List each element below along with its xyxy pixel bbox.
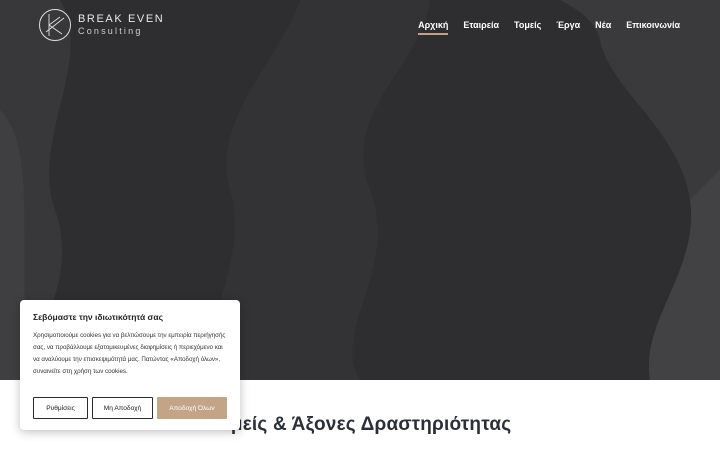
brand-logo[interactable]: BREAK EVEN Consulting [38, 8, 164, 42]
cookie-settings-button[interactable]: Ρυθμίσεις [33, 397, 88, 419]
cookie-consent-banner: Σεβόμαστε την ιδιωτικότητά σας Χρησιμοπο… [20, 300, 240, 430]
cookie-title: Σεβόμαστε την ιδιωτικότητά σας [33, 312, 163, 322]
nav-item-home[interactable]: Αρχική [418, 20, 449, 35]
nav-item-company[interactable]: Εταιρεία [463, 20, 499, 35]
logo-mark-icon [39, 9, 71, 41]
cookie-accept-all-button[interactable]: Αποδοχή Όλων [157, 397, 227, 419]
nav-item-projects[interactable]: Έργα [556, 20, 580, 35]
brand-tagline: Consulting [78, 26, 143, 36]
cookie-description: Χρησιμοποιούμε cookies για να βελτιώσουμ… [33, 332, 226, 375]
nav-item-sectors[interactable]: Τομείς [514, 20, 541, 35]
cookie-reject-button[interactable]: Μη Αποδοχή [92, 397, 153, 419]
nav-item-news[interactable]: Νέα [595, 20, 611, 35]
cookie-actions: Ρυθμίσεις Μη Αποδοχή Αποδοχή Όλων [33, 397, 227, 419]
nav-item-contact[interactable]: Επικοινωνία [626, 20, 680, 35]
brand-name: BREAK EVEN [78, 13, 165, 25]
main-nav: Αρχική Εταιρεία Τομείς Έργα Νέα Επικοινω… [418, 20, 680, 35]
